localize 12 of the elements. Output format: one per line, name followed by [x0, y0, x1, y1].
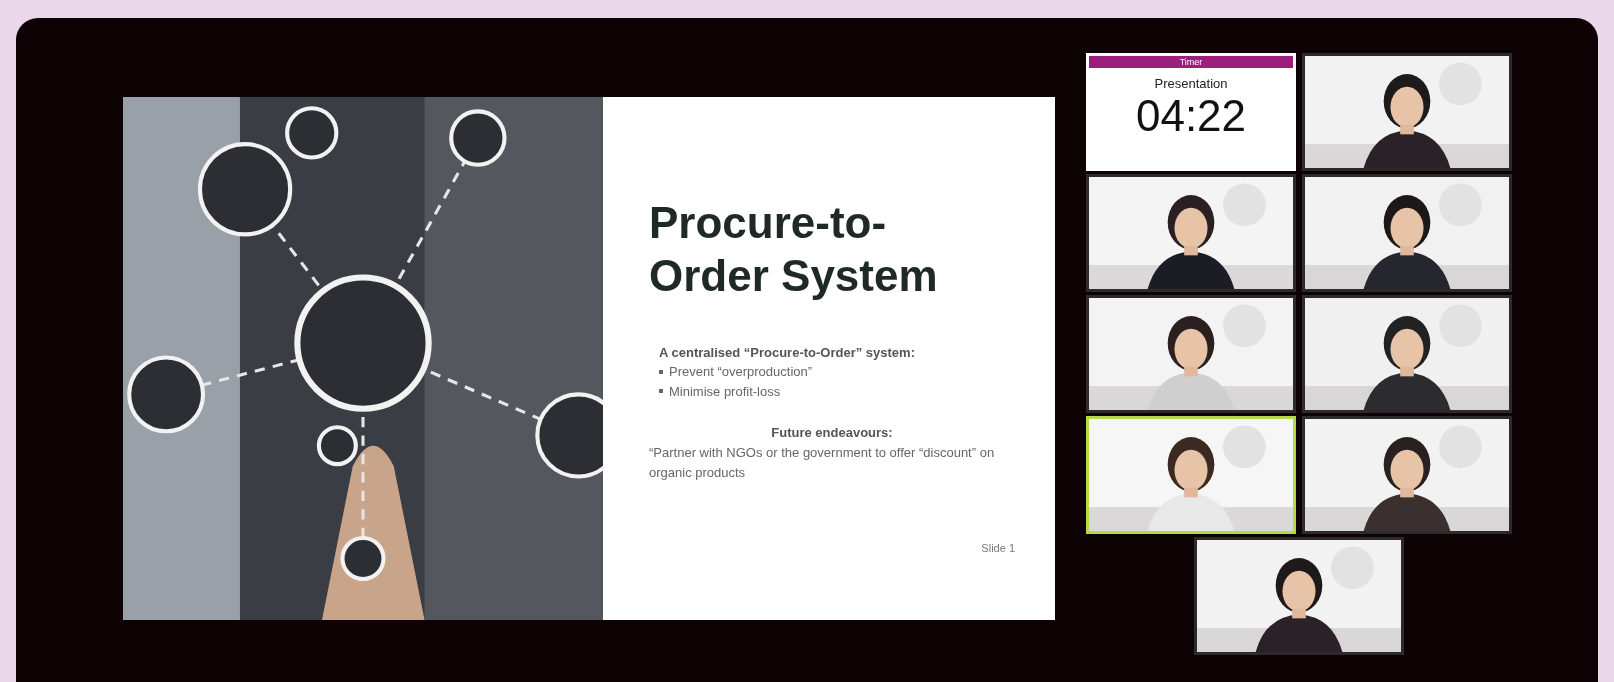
slide-bullet: Minimise profit-loss: [669, 382, 781, 401]
slide-subheading: Future endeavours:: [770, 424, 894, 443]
slide-note: “Partner with NGOs or the government to offer “discount” on organic products: [649, 443, 996, 483]
slide-intro: A centralised “Procure-to-Order” system:: [659, 343, 916, 362]
bullet-icon: [659, 369, 663, 374]
bullet-icon: [659, 389, 663, 394]
timer-header: Timer: [1089, 56, 1293, 68]
slide-title: Procure-to-Order System: [649, 197, 939, 302]
slide-bullet: Prevent “overproduction”: [669, 363, 813, 382]
timer-time: 04:22: [1135, 93, 1247, 138]
timer-label: Presentation: [1154, 75, 1228, 93]
slide-footer: Slide 1: [649, 540, 1015, 557]
